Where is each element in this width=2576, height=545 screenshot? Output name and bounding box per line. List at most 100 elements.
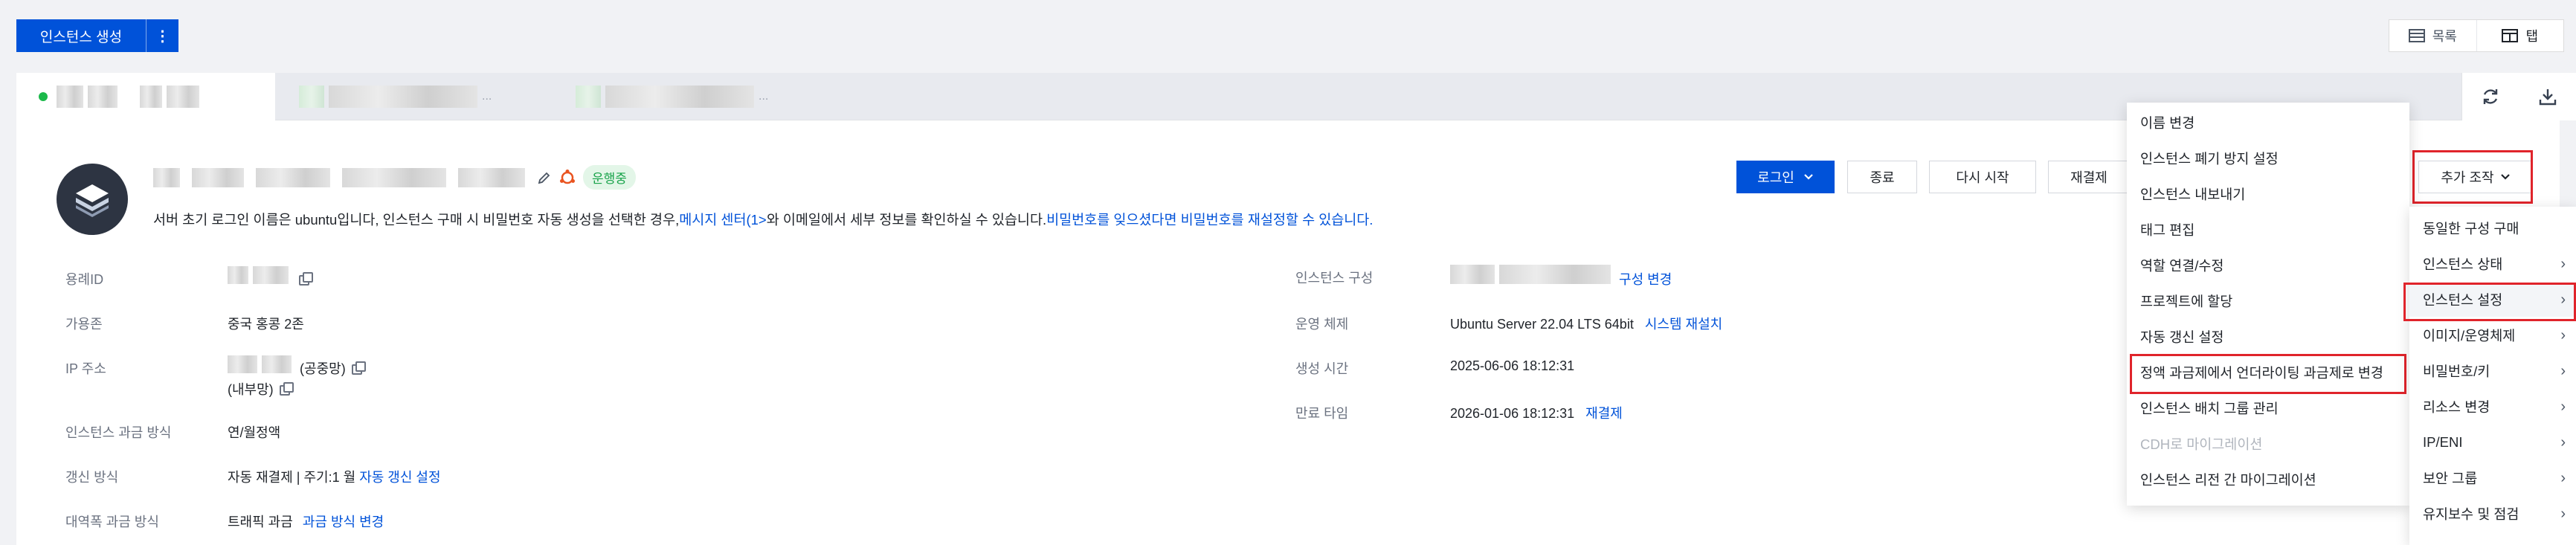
chevron-right-icon: › [2560,291,2566,308]
menu-item-label: 리소스 변경 [2423,399,2490,415]
list-view-option[interactable]: 목록 [2389,20,2476,51]
bandwidth-value: 트래픽 과금 과금 방식 변경 [228,512,384,531]
redacted-text [253,266,289,284]
menu-item-label: IP/ENI [2423,434,2463,450]
tab-ellipsis: ... [759,90,769,103]
create-instance-button[interactable]: 인스턴스 생성 ⋮ [16,19,178,52]
redacted-text [262,355,292,373]
menu-item-label: 이미지/운영체제 [2423,328,2516,344]
menu-item-maintenance[interactable]: 유지보수 및 점검 › [2409,497,2576,531]
instance-tab[interactable]: ... [553,73,830,120]
pay-button[interactable]: 재결제 [2048,161,2130,193]
config-label: 인스턴스 구성 [1295,271,1374,286]
auto-renew-link[interactable]: 자동 갱신 설정 [359,470,440,485]
zone-value: 중국 홍콩 2존 [228,317,304,332]
reinstall-link[interactable]: 시스템 재설치 [1645,317,1722,332]
repay-link[interactable]: 재결제 [1585,406,1623,421]
chevron-right-icon: › [2560,433,2566,451]
ip-public-value: (공중망) [228,355,366,378]
chevron-right-icon: › [2560,505,2566,522]
redacted-text [140,86,162,108]
list-icon [2408,29,2425,42]
copy-icon[interactable] [299,272,313,286]
change-billing-link[interactable]: 과금 방식 변경 [303,515,384,529]
menu-item-rename[interactable]: 이름 변경 [2127,106,2409,140]
copy-icon[interactable] [279,382,294,396]
redacted-text [167,86,199,108]
renew-label: 갱신 방식 [65,470,119,485]
renew-value: 자동 재결제 | 주기:1 월 자동 갱신 설정 [228,467,441,486]
billing-label: 인스턴스 과금 방식 [65,425,172,440]
menu-item-termination-protection[interactable]: 인스턴스 폐기 방지 설정 [2127,141,2409,175]
menu-item-label: 인스턴스 상태 [2423,257,2503,272]
menu-item-role[interactable]: 역할 연결/수정 [2127,248,2409,283]
menu-item-switch-to-pay-as-you-go[interactable]: 정액 과금제에서 언더라이팅 과금제로 변경 [2127,355,2409,390]
create-more-button[interactable]: ⋮ [146,19,178,52]
refresh-icon[interactable] [2481,87,2500,106]
list-view-label: 목록 [2432,29,2457,44]
menu-item-label: 보안 그룹 [2423,471,2478,486]
chevron-right-icon: › [2560,398,2566,415]
menu-item-resource-change[interactable]: 리소스 변경 › [2409,390,2576,424]
more-operations-menu: 동일한 구성 구매 인스턴스 상태 › 인스턴스 설정 › 이미지/운영체제 › 비밀… [2409,207,2576,545]
menu-item-cross-region-migration[interactable]: 인스턴스 리전 간 마이그레이션 [2127,462,2409,497]
redacted-text [605,86,754,108]
menu-item-instance-state[interactable]: 인스턴스 상태 › [2409,247,2576,281]
redacted-text [57,86,83,108]
redacted-text [228,355,257,373]
instance-id-label: 용례ID [65,272,104,287]
tab-view-icon [2502,29,2519,42]
chevron-down-icon [2500,174,2510,180]
tab-view-option[interactable]: 탭 [2476,20,2564,51]
menu-item-edit-tags[interactable]: 태그 편집 [2127,213,2409,247]
menu-item-instance-settings[interactable]: 인스턴스 설정 › [2409,283,2576,317]
expire-value: 2026-01-06 18:12:31 재결제 [1450,403,1623,422]
chevron-right-icon: › [2560,362,2566,379]
download-icon[interactable] [2538,87,2557,106]
renew-text: 자동 재결제 | 주기:1 월 [228,470,356,485]
menu-item-export-instance[interactable]: 인스턴스 내보내기 [2127,177,2409,211]
menu-item-label: 유지보수 및 점검 [2423,506,2519,522]
menu-item-password-key[interactable]: 비밀번호/키 › [2409,354,2576,388]
menu-item-security-group[interactable]: 보안 그룹 › [2409,461,2576,495]
menu-item-migrate-cdh: CDH로 마이그레이션 [2140,436,2263,452]
menu-item-buy-same-config[interactable]: 동일한 구성 구매 [2409,211,2576,245]
redacted-text [329,86,477,108]
create-instance-label[interactable]: 인스턴스 생성 [16,26,146,46]
menu-item-image-os[interactable]: 이미지/운영체제 › [2409,318,2576,352]
billing-value: 연/월정액 [228,425,281,440]
bandwidth-text: 트래픽 과금 [228,515,293,529]
instance-tab[interactable]: ... [277,73,552,120]
redacted-text [299,86,324,108]
instance-settings-submenu: 이름 변경 인스턴스 폐기 방지 설정 인스턴스 내보내기 태그 편집 역할 연… [2127,103,2409,506]
view-toggle: 목록 탭 [2389,19,2564,52]
expire-label: 만료 타임 [1295,406,1349,421]
zone-label: 가용존 [65,317,103,332]
chevron-right-icon: › [2560,255,2566,272]
instance-id-value [228,266,313,288]
os-label: 운영 체제 [1295,317,1349,332]
menu-item-assign-project[interactable]: 프로젝트에 할당 [2127,284,2409,318]
ip-private-label: (내부망) [228,382,274,397]
chevron-right-icon: › [2560,326,2566,344]
more-operations-button[interactable]: 추가 조작 [2418,161,2533,193]
info-left: 용례ID 가용존 중국 홍콩 2존 IP 주소 (공중망) (내부망) 인스턴스… [65,120,1181,545]
os-value: Ubuntu Server 22.04 LTS 64bit 시스템 재설치 [1450,314,1722,333]
copy-icon[interactable] [351,361,366,375]
tab-tools [2461,73,2576,120]
menu-item-ip-eni[interactable]: IP/ENI › [2409,425,2576,459]
menu-item-placement-group[interactable]: 인스턴스 배치 그룹 관리 [2127,391,2409,425]
redacted-text [1450,265,1495,284]
more-operations-label: 추가 조작 [2441,170,2494,185]
created-value: 2025-06-06 18:12:31 [1450,358,1575,373]
redacted-text [228,266,248,284]
change-config-link[interactable]: 구성 변경 [1619,272,1672,287]
menu-item-auto-renew[interactable]: 자동 갱신 설정 [2127,320,2409,354]
redacted-text [1499,265,1611,284]
tab-ellipsis: ... [482,90,492,103]
info-right: 인스턴스 구성 구성 변경 운영 체제 Ubuntu Server 22.04 … [1295,120,1965,545]
config-value: 구성 변경 [1450,265,1672,288]
menu-item-label: 인스턴스 설정 [2423,292,2503,308]
instance-tab-active[interactable] [16,73,275,120]
chevron-right-icon: › [2560,469,2566,486]
